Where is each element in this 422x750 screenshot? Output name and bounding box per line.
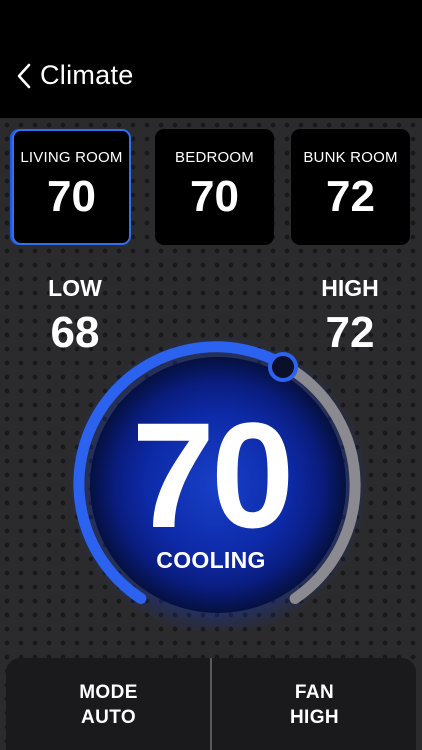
- zone-name: BEDROOM: [175, 149, 254, 166]
- high-label: HIGH: [321, 275, 379, 301]
- zone-name: BUNK ROOM: [303, 149, 398, 166]
- chevron-left-icon: [17, 63, 31, 88]
- zone-name: LIVING ROOM: [20, 149, 123, 166]
- low-label: LOW: [48, 275, 102, 301]
- app-header: Climate: [0, 0, 422, 118]
- zone-temperature: 72: [326, 172, 375, 221]
- zone-selector: LIVING ROOM 70 BEDROOM 70 BUNK ROOM 72: [12, 129, 410, 245]
- fan-button[interactable]: FAN HIGH: [212, 658, 416, 750]
- mode-value: AUTO: [80, 707, 137, 728]
- mode-button[interactable]: MODE AUTO: [6, 658, 211, 750]
- zone-card-bunk-room[interactable]: BUNK ROOM 72: [291, 129, 410, 245]
- zone-temperature: 70: [190, 172, 239, 221]
- zone-card-living-room[interactable]: LIVING ROOM 70: [12, 129, 131, 245]
- zone-card-bedroom[interactable]: BEDROOM 70: [155, 129, 274, 245]
- page-title: Climate: [40, 60, 134, 90]
- back-button[interactable]: Climate: [16, 60, 134, 91]
- current-temperature: 70: [131, 391, 295, 559]
- fan-label: FAN: [294, 682, 335, 703]
- control-bar: MODE AUTO FAN HIGH: [6, 658, 416, 750]
- fan-value: HIGH: [289, 707, 340, 728]
- mode-label: MODE: [79, 682, 138, 703]
- zone-temperature: 70: [47, 172, 96, 221]
- hvac-status: COOLING: [156, 547, 266, 573]
- setpoint-handle[interactable]: [268, 352, 298, 382]
